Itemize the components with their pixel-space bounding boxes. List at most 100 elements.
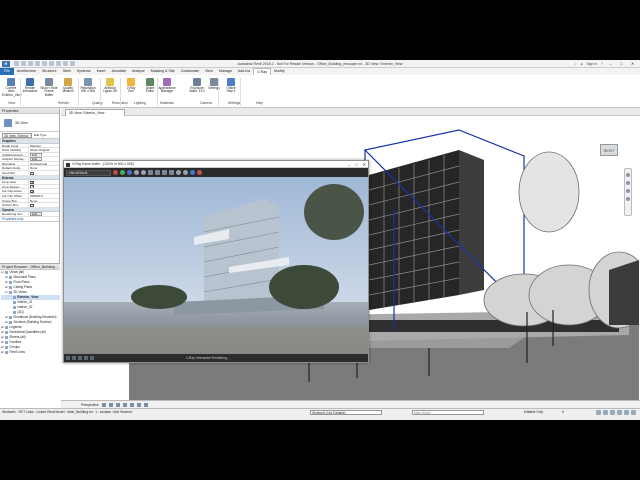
vray-minimize-button[interactable]: – xyxy=(348,161,350,168)
expand-toggle-icon[interactable]: ⊟ xyxy=(1,270,4,275)
edit-button[interactable]: Edit... xyxy=(30,152,42,157)
channel-dropdown[interactable]: effectsResult xyxy=(66,169,111,176)
property-checkbox[interactable] xyxy=(30,189,34,193)
tab-modify[interactable]: Modify xyxy=(271,68,288,75)
detail-level-icon[interactable] xyxy=(101,402,106,407)
duplicate-icon[interactable] xyxy=(169,170,174,175)
tree-item[interactable]: ⊞ Revit Links xyxy=(1,350,60,355)
property-value[interactable] xyxy=(29,203,59,207)
rgb-blue-icon[interactable] xyxy=(127,170,132,175)
view-cube-face[interactable]: RIGHT xyxy=(600,144,618,156)
select-pinned-icon[interactable] xyxy=(610,410,615,415)
expand-toggle-icon[interactable]: ⊟ xyxy=(5,290,8,295)
property-checkbox[interactable] xyxy=(30,171,34,175)
pan-icon[interactable] xyxy=(626,189,630,193)
load-image-icon[interactable] xyxy=(155,170,160,175)
search-icon[interactable]: ⌕ xyxy=(575,62,577,66)
rgb-green-icon[interactable] xyxy=(120,170,125,175)
property-value[interactable]: Architectural xyxy=(29,162,59,166)
mono-icon[interactable] xyxy=(141,170,146,175)
rgb-red-icon[interactable] xyxy=(113,170,118,175)
crop-icon[interactable] xyxy=(136,402,141,407)
tab-manage[interactable]: Manage xyxy=(216,68,235,75)
region-render-icon[interactable] xyxy=(176,170,181,175)
stop-render-icon[interactable] xyxy=(197,170,202,175)
property-value[interactable]: Show Original xyxy=(29,148,59,152)
select-links-icon[interactable] xyxy=(596,410,601,415)
property-value[interactable]: Medium xyxy=(29,144,59,148)
ribbon-button-settings[interactable]: Settings xyxy=(205,78,223,90)
ribbon-button-resolution[interactable]: Resolution 900 x 506 xyxy=(79,78,97,94)
lens-effects-icon[interactable] xyxy=(78,356,82,360)
vray-render-image[interactable] xyxy=(64,177,368,355)
color-correction-icon[interactable] xyxy=(90,356,94,360)
tab-v-ray[interactable]: V-Ray xyxy=(253,68,272,75)
view-instance-dropdown[interactable]: 3D View: Exterior_Vie xyxy=(2,132,32,138)
ribbon-button-show-hide[interactable]: Show / Hide Frame Buffer xyxy=(40,78,58,97)
track-mouse-icon[interactable] xyxy=(183,170,188,175)
ribbon-button-current-view[interactable]: Current View Exterior_View xyxy=(2,78,22,97)
sign-in-link[interactable]: Sign In xyxy=(587,62,598,66)
ribbon-button-quality[interactable]: Quality Medium xyxy=(59,78,77,94)
steering-wheel-icon[interactable] xyxy=(626,173,630,177)
select-underlay-icon[interactable] xyxy=(603,410,608,415)
ribbon-button-artificial[interactable]: Artificial Lights Off xyxy=(101,78,119,94)
workset-dropdown[interactable]: Workset1 (Not Editable) xyxy=(310,410,382,415)
zoom-out-icon[interactable] xyxy=(72,356,76,360)
tab-architecture[interactable]: Architecture xyxy=(14,68,39,75)
property-value[interactable]: Edit... xyxy=(29,157,59,161)
unlock-icon[interactable] xyxy=(143,402,148,407)
property-checkbox[interactable] xyxy=(30,185,34,189)
properties-help-link[interactable]: Properties help xyxy=(0,217,59,222)
view-cube[interactable]: RIGHT xyxy=(596,140,622,160)
sun-path-icon[interactable] xyxy=(115,402,120,407)
visual-style-icon[interactable] xyxy=(108,402,113,407)
perspective-label[interactable]: Perspective xyxy=(81,403,99,407)
tab-steel[interactable]: Steel xyxy=(60,68,74,75)
help-icon[interactable]: ? xyxy=(601,62,603,66)
tab-add-ins[interactable]: Add-Ins xyxy=(235,68,253,75)
property-value[interactable] xyxy=(29,171,59,175)
tab-systems[interactable]: Systems xyxy=(74,68,94,75)
property-value[interactable]: Edit... xyxy=(29,152,59,157)
drag-elements-icon[interactable] xyxy=(624,410,629,415)
ribbon-button-appearance[interactable]: Appearance Manager xyxy=(158,78,176,94)
maximize-button[interactable]: □ xyxy=(618,61,625,66)
clear-image-icon[interactable] xyxy=(162,170,167,175)
property-value[interactable]: 304800.0 xyxy=(29,194,59,198)
close-button[interactable]: ✕ xyxy=(629,61,636,66)
property-checkbox[interactable] xyxy=(30,180,34,184)
tab-view[interactable]: View xyxy=(202,68,216,75)
property-value[interactable] xyxy=(29,189,59,193)
ribbon-button-render[interactable]: Render Interactive xyxy=(21,78,39,94)
zoom-icon[interactable] xyxy=(626,181,630,185)
vray-maximize-button[interactable]: □ xyxy=(355,161,357,168)
tab-file[interactable]: File xyxy=(0,68,14,75)
minimize-button[interactable]: – xyxy=(607,61,614,66)
orbit-icon[interactable] xyxy=(626,197,630,201)
tab-massing-site[interactable]: Massing & Site xyxy=(148,68,178,75)
history-icon[interactable] xyxy=(84,356,88,360)
ribbon-button-exposure[interactable]: Exposure Value: 13.0 xyxy=(188,78,206,94)
expand-toggle-icon[interactable]: ⊞ xyxy=(5,320,8,325)
alpha-icon[interactable] xyxy=(134,170,139,175)
edit-button[interactable]: Edit... xyxy=(30,212,42,216)
select-by-face-icon[interactable] xyxy=(617,410,622,415)
vray-close-button[interactable]: ✕ xyxy=(363,161,366,168)
editable-only-toggle[interactable]: Editable Only xyxy=(524,410,543,414)
design-option-dropdown[interactable]: Main Model xyxy=(412,410,484,415)
render-icon[interactable] xyxy=(129,402,134,407)
save-image-icon[interactable] xyxy=(148,170,153,175)
edit-type-button[interactable]: Edit Type xyxy=(34,133,46,137)
type-selector[interactable]: 3D View xyxy=(0,114,59,132)
ribbon-button-online[interactable]: Online Help ▾ xyxy=(222,78,240,94)
property-value[interactable]: None xyxy=(29,166,59,170)
tab-annotate[interactable]: Annotate xyxy=(109,68,129,75)
filter-icon[interactable] xyxy=(631,410,636,415)
tab-structure[interactable]: Structure xyxy=(39,68,60,75)
zoom-in-icon[interactable] xyxy=(66,356,70,360)
tab-insert[interactable]: Insert xyxy=(94,68,109,75)
property-checkbox[interactable] xyxy=(30,203,34,207)
selection-filter-count[interactable]: 0 xyxy=(562,410,564,414)
tab-analyze[interactable]: Analyze xyxy=(129,68,148,75)
